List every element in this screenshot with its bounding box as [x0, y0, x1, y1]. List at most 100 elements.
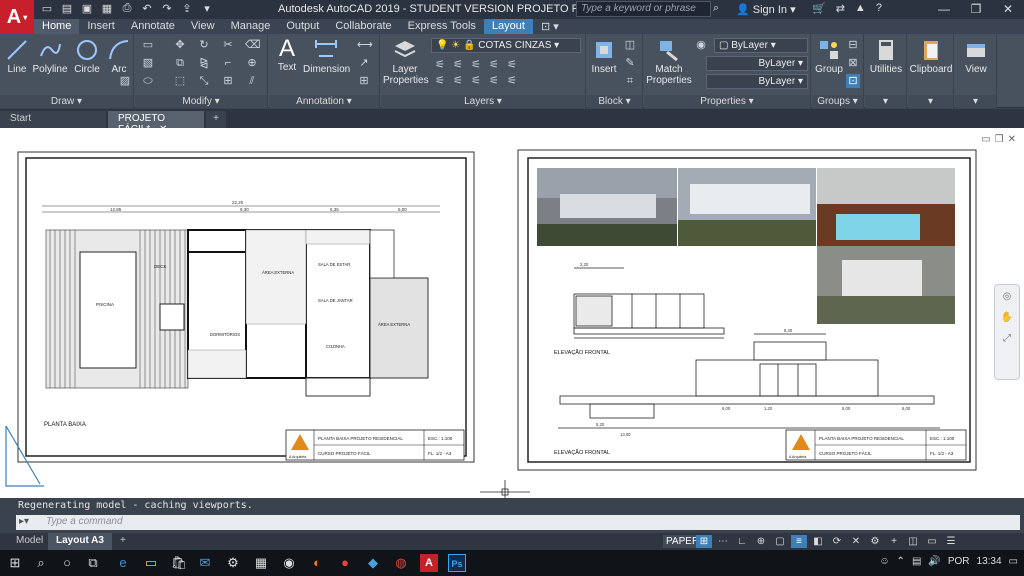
clipboard-tool[interactable]: Clipboard — [908, 38, 954, 75]
table-icon[interactable]: ⊞ — [357, 74, 371, 88]
volume-icon[interactable]: 🔊 — [928, 556, 940, 567]
layer-tool-icon[interactable]: ⚟ — [451, 58, 465, 72]
store-icon[interactable]: 🛍 — [170, 554, 188, 572]
app-icon[interactable]: ● — [336, 554, 354, 572]
explode-icon[interactable]: ⊕ — [245, 56, 259, 70]
tab-projeto-facil[interactable]: PROJETO FÁCIL* ✕ — [108, 111, 204, 135]
photoshop-icon[interactable]: Ps — [448, 554, 466, 572]
tab-layout[interactable]: Layout — [483, 19, 533, 34]
fillet-icon[interactable]: ⌐ — [221, 56, 235, 70]
cortana-icon[interactable]: ○ — [58, 554, 76, 572]
block-panel-title[interactable]: Block ▾ — [587, 95, 642, 108]
task-view-icon[interactable]: ⧉ — [84, 554, 102, 572]
line-tool[interactable]: Line — [4, 38, 30, 75]
paint-icon[interactable]: ◐ — [308, 554, 326, 572]
tab-annotate[interactable]: Annotate — [123, 19, 183, 34]
application-menu-button[interactable]: A ▾ — [0, 0, 34, 34]
tab-layout-a3[interactable]: Layout A3 — [48, 533, 112, 550]
group-edit-icon[interactable]: ⊠ — [846, 56, 860, 70]
dimension-tool[interactable]: Dimension — [303, 38, 350, 75]
ribbon-options-icon[interactable]: ⊡ ▾ — [533, 19, 567, 34]
osnap-icon[interactable]: ▢ — [772, 535, 788, 548]
leader-icon[interactable]: ↗ — [357, 56, 371, 70]
camera-icon[interactable]: ◉ — [280, 554, 298, 572]
calculator-icon[interactable]: ▦ — [252, 554, 270, 572]
edge-icon[interactable]: e — [114, 554, 132, 572]
tab-collaborate[interactable]: Collaborate — [327, 19, 399, 34]
layer-dropdown[interactable]: 💡 ☀ 🔒 COTAS CINZAS ▾ — [431, 38, 581, 53]
clock[interactable]: 13:34 — [977, 556, 1002, 567]
save-icon[interactable]: ▣ — [80, 2, 94, 15]
minimize-button[interactable]: — — [928, 0, 960, 19]
people-icon[interactable]: ☺ — [879, 556, 889, 567]
chrome-icon[interactable]: ◍ — [392, 554, 410, 572]
text-tool[interactable]: A Text — [273, 36, 301, 74]
layer-tool-icon[interactable]: ⚟ — [505, 74, 519, 88]
layer-tool-icon[interactable]: ⚟ — [487, 74, 501, 88]
rectangle-icon[interactable]: ▭ — [141, 38, 155, 52]
command-input[interactable]: ▸▾ Type a command — [16, 515, 1020, 530]
share-icon[interactable]: ⇪ — [180, 2, 194, 15]
layer-tool-icon[interactable]: ⚟ — [433, 58, 447, 72]
file-explorer-icon[interactable]: ▭ — [142, 554, 160, 572]
tab-output[interactable]: Output — [278, 19, 327, 34]
tab-view[interactable]: View — [183, 19, 223, 34]
view-panel-title[interactable]: ▾ — [955, 95, 996, 108]
autocad-taskbar-icon[interactable]: A — [420, 554, 438, 572]
lineweight-dropdown[interactable]: ByLayer ▾ — [706, 74, 808, 89]
grid-icon[interactable]: ⊞ — [696, 535, 712, 548]
annotation-scale-icon[interactable]: ✕ — [848, 535, 864, 548]
erase-icon[interactable]: ⌫ — [245, 38, 261, 52]
mail-icon[interactable]: ✉ — [196, 554, 214, 572]
layer-tool-icon[interactable]: ⚟ — [505, 58, 519, 72]
pan-icon[interactable]: ✋ — [995, 312, 1019, 323]
color-dropdown[interactable]: ▢ ByLayer ▾ — [714, 38, 808, 53]
save-as-icon[interactable]: ▦ — [100, 2, 114, 15]
add-layout-button[interactable]: + — [112, 533, 134, 550]
view-tool[interactable]: View — [955, 38, 997, 75]
workspace-icon[interactable]: ⚙ — [867, 535, 883, 548]
lineweight-icon[interactable]: ≡ — [791, 535, 807, 548]
cart-icon[interactable]: 🛒 — [812, 2, 826, 15]
language-indicator[interactable]: POR — [948, 556, 970, 567]
app-icon[interactable]: ◆ — [364, 554, 382, 572]
exchange-icon[interactable]: ⇄ — [836, 2, 845, 15]
hatch-icon[interactable]: ▨ — [118, 74, 132, 88]
clean-screen-icon[interactable]: ▭ — [924, 535, 940, 548]
network-icon[interactable]: ▤ — [912, 556, 921, 567]
move-icon[interactable]: ✥ — [173, 38, 187, 52]
restore-button[interactable]: ❐ — [960, 0, 992, 19]
search-input[interactable]: Type a keyword or phrase — [576, 1, 711, 17]
drawing-canvas[interactable]: 22,20 12,85 9,30 6,35 6,00 PISCINA DECK — [0, 128, 1024, 498]
rotate-icon[interactable]: ↻ — [197, 38, 211, 52]
tab-model[interactable]: Model — [8, 533, 51, 550]
full-navigation-wheel-icon[interactable]: ◎ — [995, 291, 1019, 302]
layer-tool-icon[interactable]: ⚟ — [451, 74, 465, 88]
layers-panel-title[interactable]: Layers ▾ — [381, 95, 585, 108]
snap-icon[interactable]: ⋯ — [715, 535, 731, 548]
circle-tool[interactable]: Circle — [72, 38, 102, 75]
scale-icon[interactable]: ⤡ — [197, 74, 211, 88]
redo-icon[interactable]: ↷ — [160, 2, 174, 15]
undo-icon[interactable]: ↶ — [140, 2, 154, 15]
close-button[interactable]: ✕ — [992, 0, 1024, 19]
zoom-extents-icon[interactable]: ⤢ — [995, 333, 1019, 344]
array-icon[interactable]: ⊞ — [221, 74, 235, 88]
annotation-monitor-icon[interactable]: + — [886, 535, 902, 548]
help-icon[interactable]: ? — [876, 2, 882, 15]
group-tool[interactable]: Group — [814, 38, 844, 75]
customize-dropdown-icon[interactable]: ▾ — [200, 2, 214, 15]
arc-tool[interactable]: Arc — [106, 38, 132, 75]
utilities-tool[interactable]: Utilities — [865, 38, 907, 75]
properties-panel-title[interactable]: Properties ▾ — [644, 95, 810, 108]
close-viewport-icon[interactable]: ✕ — [1008, 134, 1016, 145]
polyline-tool[interactable]: Polyline — [32, 38, 68, 75]
windows-start-icon[interactable]: ⊞ — [6, 554, 24, 572]
create-block-icon[interactable]: ◫ — [623, 38, 637, 52]
ellipse-icon[interactable]: ⬭ — [141, 74, 155, 88]
insert-tool[interactable]: Insert — [589, 38, 619, 75]
groups-panel-title[interactable]: Groups ▾ — [812, 95, 863, 108]
stretch-icon[interactable]: ⬚ — [173, 74, 187, 88]
selection-cycling-icon[interactable]: ⟳ — [829, 535, 845, 548]
isolate-icon[interactable]: ◫ — [905, 535, 921, 548]
